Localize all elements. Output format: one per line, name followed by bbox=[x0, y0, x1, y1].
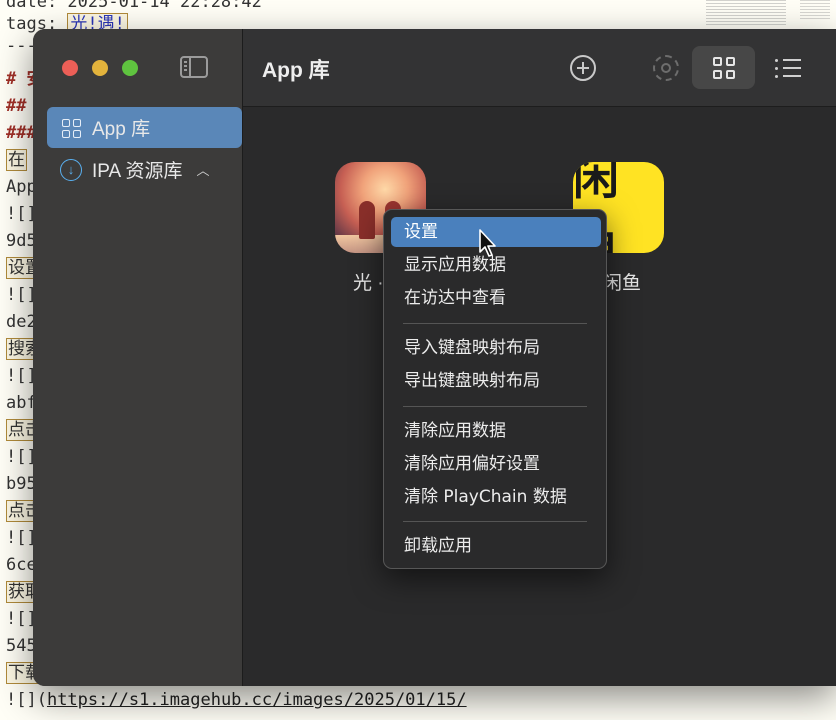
sidebar: App 库 ↓ IPA 资源库 ︿ bbox=[33, 29, 243, 686]
grid-view-button[interactable] bbox=[692, 46, 755, 89]
menu-item-clear-playchain-data[interactable]: 清除 PlayChain 数据 bbox=[391, 482, 601, 512]
list-view-button[interactable] bbox=[766, 48, 810, 88]
minimize-window-button[interactable] bbox=[92, 60, 108, 76]
menu-item-clear-app-data[interactable]: 清除应用数据 bbox=[391, 416, 601, 446]
editor-minimap-secondary bbox=[800, 0, 830, 20]
editor-minimap bbox=[706, 0, 786, 26]
menu-item-clear-preferences[interactable]: 清除应用偏好设置 bbox=[391, 449, 601, 479]
add-app-button[interactable] bbox=[561, 48, 605, 88]
menu-item-show-in-finder[interactable]: 在访达中查看 bbox=[391, 283, 601, 313]
menu-item-import-keymap[interactable]: 导入键盘映射布局 bbox=[391, 333, 601, 363]
sidebar-item-label: IPA 资源库 bbox=[92, 161, 183, 182]
mouse-pointer-icon bbox=[479, 229, 496, 257]
sidebar-item-app-library[interactable]: App 库 bbox=[47, 107, 242, 148]
zoom-window-button[interactable] bbox=[122, 60, 138, 76]
chevron-up-icon[interactable]: ︿ bbox=[196, 160, 209, 179]
grid-view-icon bbox=[712, 56, 735, 79]
list-view-icon bbox=[775, 58, 801, 78]
editor-line: 在 bbox=[6, 149, 27, 171]
add-icon bbox=[570, 55, 596, 81]
menu-divider bbox=[403, 521, 587, 522]
gear-icon bbox=[653, 55, 679, 81]
menu-divider bbox=[403, 323, 587, 324]
editor-line: date: 2025-01-14 22:28:42 bbox=[6, 0, 262, 12]
editor-line: ## bbox=[6, 96, 27, 116]
sidebar-toggle-icon[interactable] bbox=[180, 56, 208, 78]
grid-icon bbox=[60, 117, 82, 139]
editor-line-text: 在 bbox=[6, 149, 27, 171]
sidebar-item-ipa-library[interactable]: ↓ IPA 资源库 ︿ bbox=[47, 149, 242, 190]
editor-image-link-line: ![](https://s1.imagehub.cc/images/2025/0… bbox=[6, 690, 467, 710]
settings-button[interactable] bbox=[644, 48, 688, 88]
toolbar: App 库 bbox=[243, 29, 836, 107]
menu-item-uninstall[interactable]: 卸载应用 bbox=[391, 531, 601, 561]
download-circle-icon: ↓ bbox=[60, 158, 82, 181]
menu-divider bbox=[403, 406, 587, 407]
context-menu: 设置 显示应用数据 在访达中查看 导入键盘映射布局 导出键盘映射布局 清除应用数… bbox=[383, 209, 607, 569]
image-url-link[interactable]: https://s1.imagehub.cc/images/2025/01/15… bbox=[47, 690, 467, 710]
sidebar-item-label: App 库 bbox=[92, 119, 151, 140]
menu-item-export-keymap[interactable]: 导出键盘映射布局 bbox=[391, 366, 601, 396]
close-window-button[interactable] bbox=[62, 60, 78, 76]
page-title: App 库 bbox=[262, 59, 330, 82]
